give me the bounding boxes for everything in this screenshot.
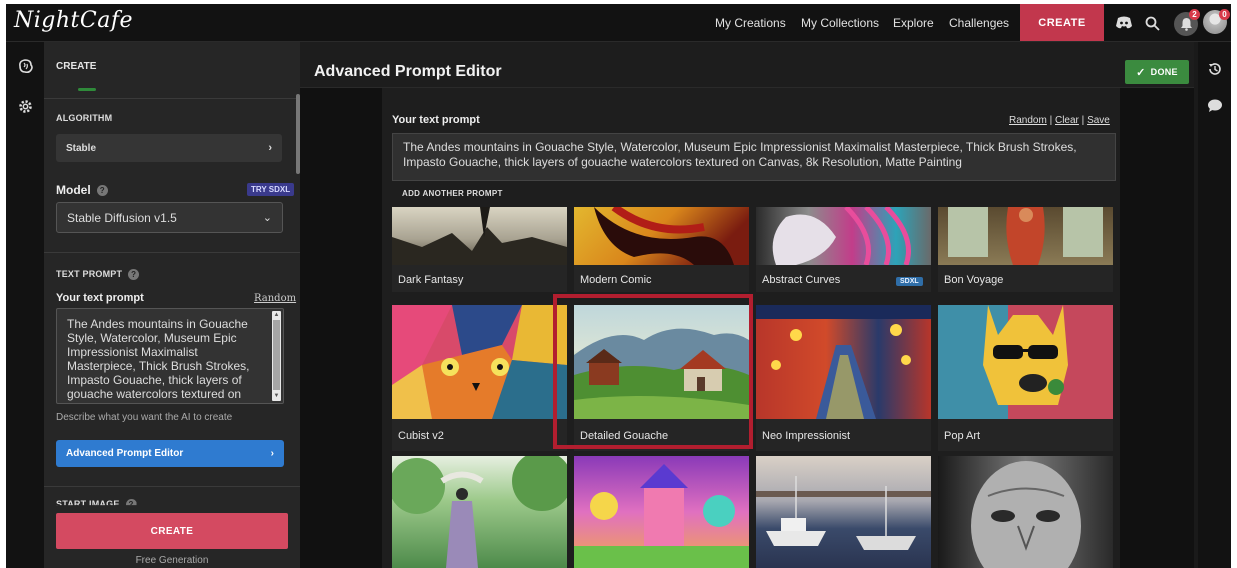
add-another-prompt-button[interactable]: ADD ANOTHER PROMPT [402,189,503,198]
nav-challenges[interactable]: Challenges [949,16,1009,30]
gear-icon[interactable] [17,98,34,115]
create-button[interactable]: CREATE [56,513,288,549]
divider [44,486,300,487]
textarea-scrollbar[interactable]: ▲ ▼ [272,311,281,401]
style-thumbnail [938,456,1113,568]
style-thumbnail [392,456,567,568]
create-section-label: CREATE [56,61,97,72]
scrollbar-thumb [273,320,280,390]
left-rail [6,42,44,568]
page-title: Advanced Prompt Editor [314,63,502,80]
clear-link[interactable]: Clear [1055,115,1079,126]
algorithm-select[interactable]: Stable › [56,134,282,162]
style-card-dark-fantasy[interactable]: Dark Fantasy [392,207,567,292]
nav-my-creations[interactable]: My Creations [715,16,786,30]
style-name: Neo Impressionist [762,430,851,442]
history-icon[interactable] [1206,60,1224,78]
style-name: Dark Fantasy [398,274,464,286]
chevron-right-icon: › [270,448,274,459]
selected-style-highlight [553,294,753,449]
discord-icon[interactable] [1114,13,1134,33]
nav-explore[interactable]: Explore [893,16,934,30]
style-thumbnail [938,207,1113,265]
style-thumbnail [938,305,1113,419]
search-icon[interactable] [1142,13,1162,33]
free-generation-label: Free Generation [135,555,209,566]
ape-button-label: Advanced Prompt Editor [66,448,184,459]
style-card-cubist-v2[interactable]: Cubist v2 [392,305,567,451]
prompt-input[interactable]: The Andes mountains in Gouache Style, Wa… [392,133,1116,181]
style-name: Cubist v2 [398,430,444,442]
style-name: Modern Comic [580,274,652,286]
style-card-abstract-curves[interactable]: Abstract Curves SDXL [756,207,931,292]
style-card-row3-1[interactable] [392,456,567,568]
help-icon: ? [128,269,140,281]
chevron-right-icon: › [268,142,272,154]
chevron-down-icon: ⌄ [262,212,272,224]
style-thumbnail [392,207,567,265]
algorithm-value: Stable [66,142,97,154]
help-icon: ? [96,185,108,197]
style-thumbnail [756,207,931,266]
app-window: NightCafe My Creations My Collections Ex… [6,4,1231,568]
style-name: Pop Art [944,430,981,442]
avatar-badge: 0 [1219,9,1230,20]
your-text-prompt-heading: Your text prompt [392,114,480,126]
nav-my-collections[interactable]: My Collections [801,16,879,30]
style-card-neo-impressionist[interactable]: Neo Impressionist [756,305,931,451]
random-link[interactable]: Random [254,293,296,304]
try-sdxl-badge[interactable]: TRY SDXL [247,183,295,196]
prompt-text: The Andes mountains in Gouache Style, Wa… [67,317,250,403]
style-card-row3-4[interactable] [938,456,1113,568]
create-panel: CREATE ALGORITHM Stable › Model? TRY SDX… [44,42,300,568]
prompt-actions: Random | Clear | Save [1009,115,1110,126]
style-card-pop-art[interactable]: Pop Art [938,305,1113,451]
separator: | [1081,115,1085,126]
scroll-down-icon: ▼ [273,393,280,399]
top-bar: NightCafe My Creations My Collections Ex… [6,4,1231,42]
chat-icon[interactable] [1206,97,1224,115]
style-name: Abstract Curves [762,274,841,286]
style-thumbnail [574,456,749,568]
style-thumbnail [756,305,931,419]
right-rail [1198,42,1231,568]
prompt-editor-main: Advanced Prompt Editor ✓ DONE Your text … [300,42,1194,568]
style-card-row3-2[interactable] [574,456,749,568]
style-thumbnail [392,305,567,419]
random-link[interactable]: Random [1009,115,1047,126]
model-value: Stable Diffusion v1.5 [67,210,177,225]
brain-icon[interactable] [17,58,34,75]
separator: | [1049,115,1053,126]
style-card-row3-3[interactable] [756,456,931,568]
sdxl-badge: SDXL [896,277,923,286]
model-label: Model? [56,183,108,197]
divider [44,252,300,253]
your-text-prompt-label: Your text prompt [56,292,144,304]
notification-badge: 2 [1189,9,1200,20]
prompt-editor: Your text prompt Random | Clear | Save T… [382,88,1120,568]
check-icon: ✓ [1136,66,1146,79]
style-thumbnail [574,207,749,265]
advanced-prompt-editor-button[interactable]: Advanced Prompt Editor › [56,440,284,467]
save-link[interactable]: Save [1087,115,1110,126]
style-thumbnail [756,456,931,568]
editor-header: Advanced Prompt Editor ✓ DONE [300,42,1194,88]
nightcafe-logo[interactable]: NightCafe [14,8,133,33]
done-button[interactable]: ✓ DONE [1125,60,1189,84]
style-card-bon-voyage[interactable]: Bon Voyage [938,207,1113,292]
style-name: Bon Voyage [944,274,1004,286]
create-nav-button[interactable]: CREATE [1020,4,1104,41]
progress-indicator [78,88,96,91]
model-select[interactable]: Stable Diffusion v1.5 ⌄ [56,202,283,233]
prompt-textarea[interactable]: The Andes mountains in Gouache Style, Wa… [56,308,284,404]
algorithm-label: ALGORITHM [56,113,113,123]
scroll-up-icon: ▲ [273,312,280,318]
divider [44,98,300,99]
prompt-hint: Describe what you want the AI to create [56,412,233,423]
text-prompt-label: TEXT PROMPT? [56,269,140,281]
style-card-modern-comic[interactable]: Modern Comic [574,207,749,292]
